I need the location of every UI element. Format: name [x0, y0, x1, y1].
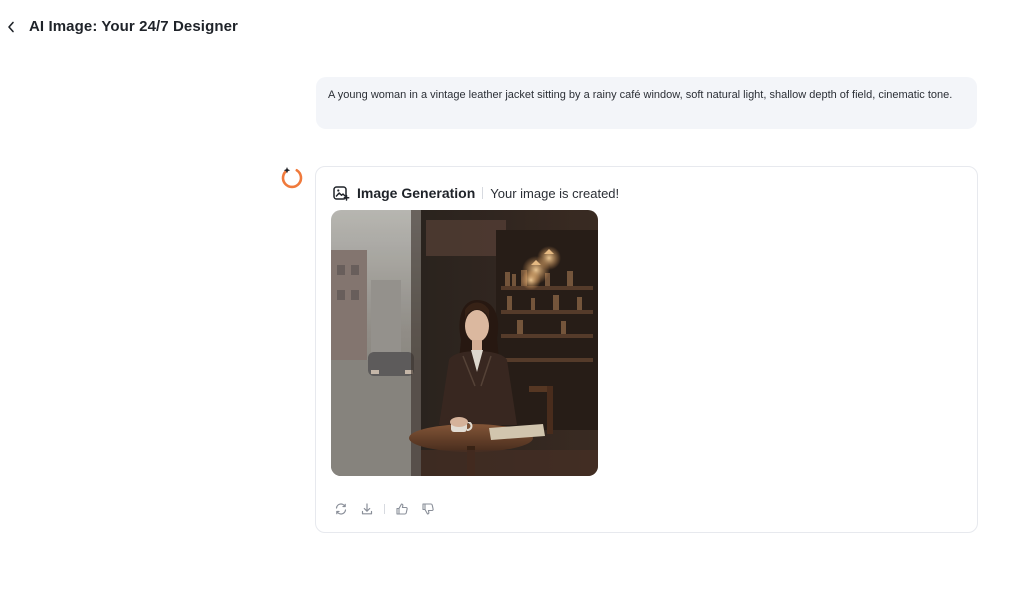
- assistant-spark-icon: [281, 167, 303, 189]
- thumbs-up-icon: [396, 503, 408, 515]
- chevron-left-icon: [8, 21, 14, 33]
- refresh-icon: [335, 503, 347, 515]
- chat-page: AI Image: Your 24/7 Designer A young wom…: [0, 0, 1024, 610]
- generation-status: Your image is created!: [490, 185, 620, 201]
- tool-header: Image Generation Your image is created!: [332, 183, 619, 203]
- assistant-response-card: Image Generation Your image is created!: [315, 166, 978, 533]
- dislike-button[interactable]: [419, 500, 437, 518]
- header: AI Image: Your 24/7 Designer: [0, 0, 1024, 54]
- back-button[interactable]: [3, 19, 19, 35]
- download-icon: [361, 503, 373, 515]
- regenerate-button[interactable]: [332, 500, 350, 518]
- like-button[interactable]: [393, 500, 411, 518]
- generated-image[interactable]: [331, 210, 598, 476]
- woman-in-cafe-image: [331, 210, 598, 476]
- thumbs-down-icon: [422, 503, 434, 515]
- header-divider: [482, 187, 484, 199]
- actions-divider: [384, 504, 385, 514]
- image-generation-icon: [332, 184, 350, 202]
- user-prompt-bubble: A young woman in a vintage leather jacke…: [316, 77, 977, 129]
- download-button[interactable]: [358, 500, 376, 518]
- response-actions: [332, 500, 445, 518]
- page-title: AI Image: Your 24/7 Designer: [29, 18, 238, 35]
- assistant-avatar: [279, 165, 305, 191]
- tool-name: Image Generation: [357, 185, 476, 201]
